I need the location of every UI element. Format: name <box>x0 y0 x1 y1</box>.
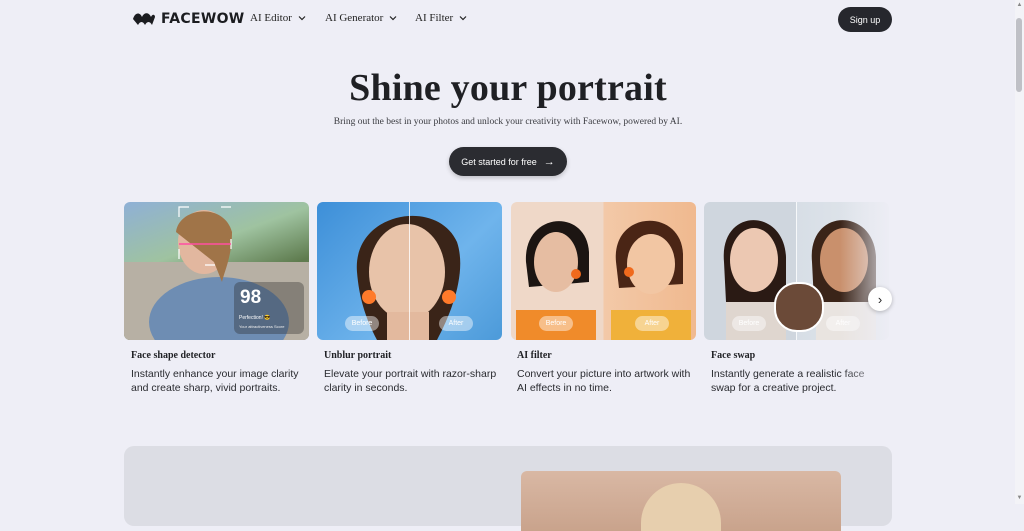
nav-ai-filter[interactable]: AI Filter <box>415 12 467 24</box>
card-description: Convert your picture into artwork with A… <box>517 368 691 394</box>
signup-button[interactable]: Sign up <box>838 7 892 32</box>
unblur-card-image[interactable]: Before After <box>317 202 502 340</box>
score-value: 98 <box>240 287 262 308</box>
card-title[interactable]: Face shape detector <box>131 350 215 361</box>
hero-subtitle: Bring out the best in your photos and un… <box>333 117 683 127</box>
before-label: Before <box>732 316 766 331</box>
nav-ai-generator[interactable]: AI Generator <box>325 12 397 24</box>
scroll-down-icon[interactable]: ▼ <box>1016 495 1023 502</box>
ai-filter-card-image[interactable]: Before After <box>511 202 696 340</box>
card-description: Instantly enhance your image clarity and… <box>131 368 299 394</box>
after-label: After <box>439 316 473 331</box>
chevron-right-icon: › <box>877 291 883 307</box>
cta-label: Get started for free <box>461 156 537 167</box>
chevron-down-icon <box>459 16 467 21</box>
before-label: Before <box>345 316 379 331</box>
before-label: Before <box>539 316 573 331</box>
page-scrollbar[interactable]: ▲ ▼ <box>1015 0 1024 504</box>
score-subcaption: Your attractiveness Score <box>239 324 285 329</box>
brand-logo[interactable]: FACEWOW <box>132 10 245 28</box>
after-label: After <box>635 316 669 331</box>
brand-name: FACEWOW <box>161 11 245 27</box>
portrait-photo <box>641 483 721 531</box>
chevron-down-icon <box>389 16 397 21</box>
nav-label: AI Editor <box>250 12 292 24</box>
swap-face-thumbnail <box>774 282 824 332</box>
carousel-next-button[interactable]: › <box>868 287 892 311</box>
comparison-divider[interactable] <box>409 202 410 340</box>
scrollbar-thumb[interactable] <box>1016 18 1022 92</box>
hero-title: Shine your portrait <box>349 67 667 109</box>
get-started-button[interactable]: Get started for free → <box>449 147 567 176</box>
nav-ai-editor[interactable]: AI Editor <box>250 12 306 24</box>
nav-label: AI Generator <box>325 12 384 24</box>
feature-photo <box>521 471 841 531</box>
card-title[interactable]: Face swap <box>711 350 755 361</box>
card-title[interactable]: Unblur portrait <box>324 350 391 361</box>
score-caption: Perfection! 😎 <box>239 315 271 321</box>
card-description: Elevate your portrait with razor-sharp c… <box>324 368 497 394</box>
face-shape-card-image[interactable]: 98 Perfection! 😎 Your attractiveness Sco… <box>124 202 309 340</box>
scroll-up-icon[interactable]: ▲ <box>1016 2 1023 9</box>
score-panel: 98 Perfection! 😎 Your attractiveness Sco… <box>234 282 304 334</box>
nav-label: AI Filter <box>415 12 454 24</box>
arrow-right-icon: → <box>543 155 555 168</box>
chevron-down-icon <box>298 16 306 21</box>
facewow-logo-icon <box>133 13 155 25</box>
card-title[interactable]: AI filter <box>517 350 552 361</box>
